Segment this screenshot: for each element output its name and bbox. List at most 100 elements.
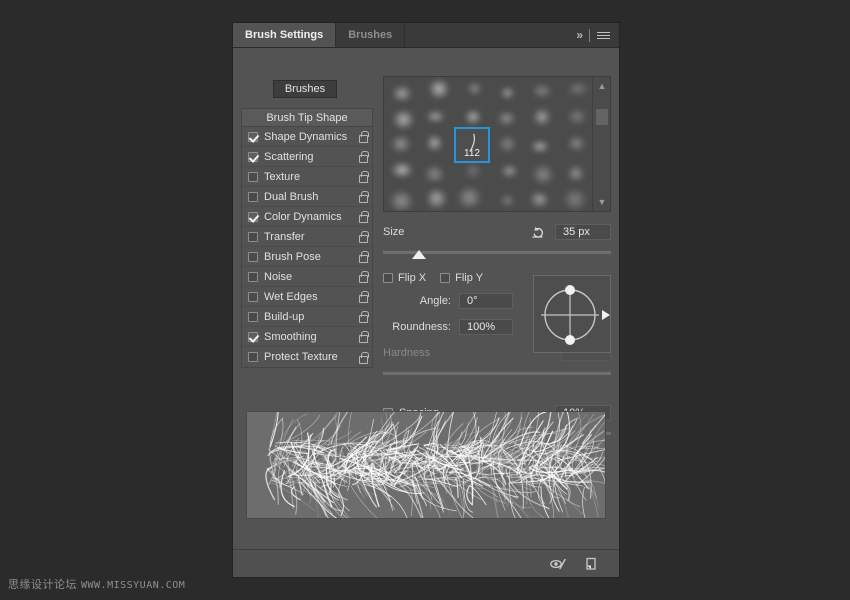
checkbox-color-dynamics[interactable]: [248, 212, 258, 222]
list-item[interactable]: Noise: [242, 267, 372, 287]
tab-brush-settings[interactable]: Brush Settings: [233, 23, 336, 47]
watermark: 思缘设计论坛 WWW.MISSYUAN.COM: [8, 576, 185, 592]
list-item-label: Scattering: [264, 151, 358, 163]
list-item-label: Shape Dynamics: [264, 131, 358, 143]
tab-brush-settings-label: Brush Settings: [245, 29, 323, 41]
panel-body: Brushes Brush Tip Shape Shape Dynamics S…: [233, 48, 619, 549]
flip-reset-icon[interactable]: [531, 225, 547, 239]
tab-brushes-label: Brushes: [348, 29, 392, 41]
list-item-label: Transfer: [264, 231, 358, 243]
brush-tip-controls: 112 ▲ ▼ Size: [383, 76, 611, 441]
scrollbar-thumb[interactable]: [596, 109, 608, 125]
list-item-label: Build-up: [264, 311, 358, 323]
roundness-label: Roundness:: [383, 321, 459, 333]
lock-icon[interactable]: [358, 291, 367, 302]
lock-icon[interactable]: [358, 251, 367, 262]
checkbox-flip-y[interactable]: [440, 273, 450, 283]
brushes-button[interactable]: Brushes: [273, 80, 337, 98]
flip-y-label: Flip Y: [455, 272, 483, 284]
lock-icon[interactable]: [358, 352, 367, 363]
list-item-label: Texture: [264, 171, 358, 183]
lock-icon[interactable]: [358, 271, 367, 282]
brush-stroke-art: [247, 412, 605, 518]
checkbox-wet-edges[interactable]: [248, 292, 258, 302]
angle-value: 0°: [467, 295, 478, 307]
brush-grid-scrollbar[interactable]: ▲ ▼: [592, 77, 610, 211]
list-item[interactable]: Build-up: [242, 307, 372, 327]
hardness-slider-track: [383, 371, 611, 375]
checkbox-brush-pose[interactable]: [248, 252, 258, 262]
size-label: Size: [383, 226, 404, 238]
lock-icon[interactable]: [358, 191, 367, 202]
checkbox-protect-texture[interactable]: [248, 352, 258, 362]
list-item[interactable]: Scattering: [242, 147, 372, 167]
create-new-brush-icon[interactable]: [583, 556, 601, 572]
flip-y-control[interactable]: Flip Y: [440, 272, 483, 284]
list-item-label: Noise: [264, 271, 358, 283]
list-item[interactable]: Smoothing: [242, 327, 372, 347]
hardness-label: Hardness: [383, 347, 430, 359]
angle-input[interactable]: 0°: [459, 293, 513, 309]
lock-icon[interactable]: [358, 311, 367, 322]
brushes-button-label: Brushes: [285, 83, 325, 95]
list-item[interactable]: Dual Brush: [242, 187, 372, 207]
list-item[interactable]: Color Dynamics: [242, 207, 372, 227]
brush-options-list: Brush Tip Shape Shape Dynamics Scatterin…: [241, 108, 373, 368]
list-item-label: Wet Edges: [264, 291, 358, 303]
checkbox-scattering[interactable]: [248, 152, 258, 162]
list-item-label: Dual Brush: [264, 191, 358, 203]
chevron-up-icon[interactable]: ▲: [593, 79, 611, 93]
tab-bar-divider: [589, 29, 590, 42]
toggle-brush-preview-icon[interactable]: [549, 556, 567, 572]
flip-x-control[interactable]: Flip X: [383, 272, 426, 284]
list-item-label: Color Dynamics: [264, 211, 358, 223]
lock-icon[interactable]: [358, 171, 367, 182]
size-slider[interactable]: [383, 246, 611, 260]
brush-stroke-preview: [246, 411, 606, 519]
list-item[interactable]: Texture: [242, 167, 372, 187]
brush-tip-shape-header[interactable]: Brush Tip Shape: [242, 109, 372, 127]
checkbox-shape-dynamics[interactable]: [248, 132, 258, 142]
chevron-double-right-icon[interactable]: »: [576, 28, 582, 42]
list-item[interactable]: Shape Dynamics: [242, 127, 372, 147]
angle-roundness-block: Angle: 0° Roundness: 100%: [383, 293, 611, 379]
size-value: 35 px: [563, 226, 590, 238]
list-item[interactable]: Protect Texture: [242, 347, 372, 367]
checkbox-smoothing[interactable]: [248, 332, 258, 342]
lock-icon[interactable]: [358, 211, 367, 222]
brush-stroke-glyph: [456, 129, 488, 161]
tab-brushes[interactable]: Brushes: [336, 23, 405, 47]
watermark-cn: 思缘设计论坛: [8, 578, 77, 591]
list-item-label: Brush Pose: [264, 251, 358, 263]
checkbox-flip-x[interactable]: [383, 273, 393, 283]
panel-footer: [233, 549, 619, 577]
lock-icon[interactable]: [358, 151, 367, 162]
roundness-value: 100%: [467, 321, 495, 333]
checkbox-texture[interactable]: [248, 172, 258, 182]
tab-bar-tools: »: [576, 23, 619, 47]
brush-settings-panel: Brush Settings Brushes » Brushes Brush T…: [232, 22, 620, 578]
panel-tab-bar: Brush Settings Brushes »: [233, 23, 619, 48]
flip-x-label: Flip X: [398, 272, 426, 284]
brush-thumbnail-viewport: 112: [384, 77, 592, 211]
lock-icon[interactable]: [358, 231, 367, 242]
checkbox-dual-brush[interactable]: [248, 192, 258, 202]
checkbox-noise[interactable]: [248, 272, 258, 282]
roundness-input[interactable]: 100%: [459, 319, 513, 335]
list-item[interactable]: Brush Pose: [242, 247, 372, 267]
panel-menu-icon[interactable]: [597, 32, 610, 39]
checkbox-build-up[interactable]: [248, 312, 258, 322]
angle-roundness-dial[interactable]: [533, 275, 611, 353]
checkbox-transfer[interactable]: [248, 232, 258, 242]
list-item[interactable]: Transfer: [242, 227, 372, 247]
list-item-label: Smoothing: [264, 331, 358, 343]
angle-label: Angle:: [383, 295, 459, 307]
lock-icon[interactable]: [358, 131, 367, 142]
brush-thumbnail-selected[interactable]: 112: [454, 127, 490, 163]
list-item[interactable]: Wet Edges: [242, 287, 372, 307]
brush-thumbnail-grid[interactable]: 112 ▲ ▼: [383, 76, 611, 212]
size-slider-handle[interactable]: [412, 250, 426, 259]
chevron-down-icon[interactable]: ▼: [593, 195, 611, 209]
lock-icon[interactable]: [358, 331, 367, 342]
size-input[interactable]: 35 px: [555, 224, 611, 240]
